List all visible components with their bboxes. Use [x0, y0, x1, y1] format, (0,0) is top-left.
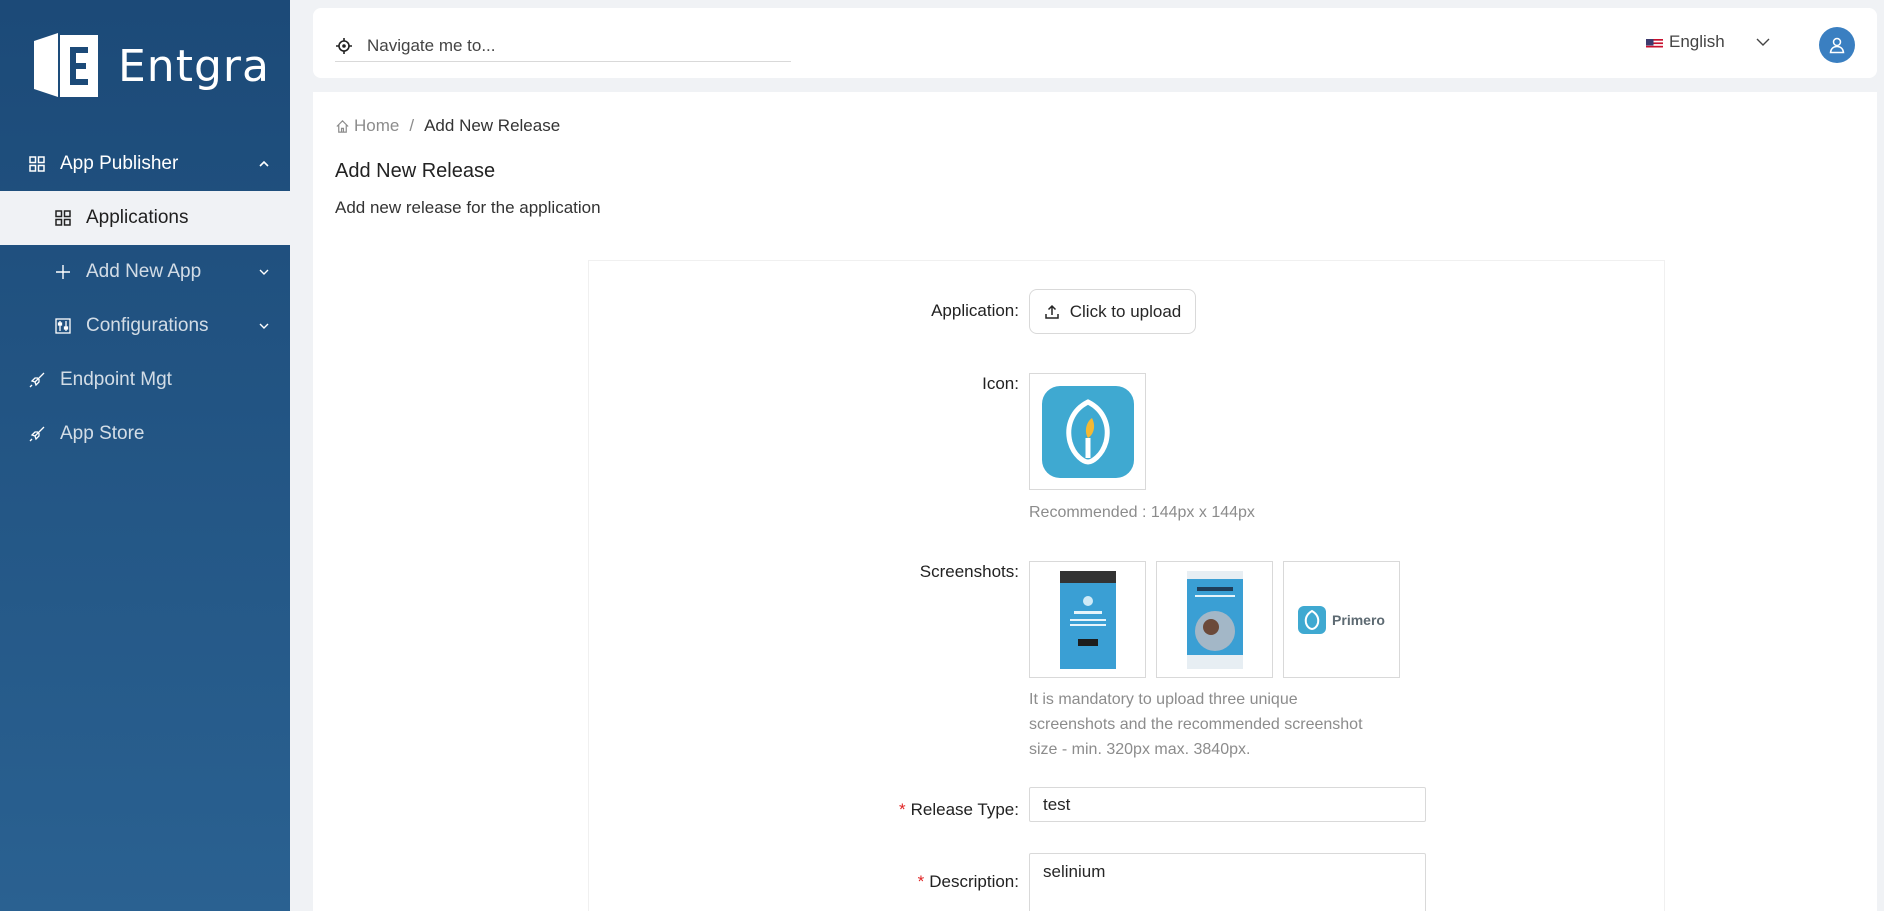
breadcrumb-current: Add New Release [424, 116, 561, 135]
chevron-up-icon [258, 158, 270, 170]
plus-icon [54, 263, 72, 281]
description-label: * Description: [917, 872, 1019, 891]
sidebar: Entgra App Publisher Applications Add Ne… [0, 0, 290, 911]
sidebar-item-configurations[interactable]: Configurations [0, 299, 290, 353]
required-asterisk: * [917, 872, 925, 891]
breadcrumb: Home / Add New Release [335, 116, 560, 136]
add-release-form: Application: Click to upload Icon: Recom… [588, 260, 1665, 911]
navigate-placeholder: Navigate me to... [367, 35, 496, 55]
top-header: Navigate me to... English [313, 8, 1877, 78]
user-avatar[interactable] [1819, 27, 1855, 63]
language-selector[interactable]: English [1646, 32, 1771, 52]
user-icon [1829, 37, 1845, 54]
app-icon-thumbnail[interactable] [1029, 373, 1146, 490]
language-label: English [1669, 32, 1725, 51]
chevron-down-icon [1755, 34, 1771, 50]
brand-name: Entgra [118, 40, 270, 92]
grid-icon [54, 209, 72, 227]
screenshots-label: Screenshots: [919, 562, 1019, 581]
screenshot-thumbnail-1[interactable] [1029, 561, 1146, 678]
release-type-input[interactable]: test [1029, 787, 1426, 822]
grid-icon [28, 155, 46, 173]
entgra-logo-icon [34, 33, 98, 97]
sidebar-menu: App Publisher Applications Add New App C… [0, 137, 290, 461]
sidebar-item-label: Endpoint Mgt [60, 369, 172, 390]
sidebar-item-applications[interactable]: Applications [0, 191, 290, 245]
sidebar-item-app-publisher[interactable]: App Publisher [0, 137, 290, 191]
upload-button[interactable]: Click to upload [1029, 289, 1196, 334]
screenshot-thumbnail-2[interactable] [1156, 561, 1273, 678]
app-logo-icon [1041, 385, 1134, 478]
required-asterisk: * [898, 800, 906, 819]
rocket-icon [28, 371, 46, 389]
us-flag-icon [1646, 36, 1663, 48]
entgra-logo[interactable]: Entgra [30, 30, 270, 102]
sidebar-item-label: Add New App [86, 261, 202, 282]
breadcrumb-home[interactable]: Home [354, 116, 399, 136]
target-icon [336, 37, 352, 54]
chevron-down-icon [258, 320, 270, 332]
sidebar-item-label: App Publisher [60, 153, 179, 174]
application-label: Application: [931, 301, 1019, 320]
upload-icon [1044, 304, 1059, 319]
screenshot-3-text: Primero [1332, 611, 1385, 628]
icon-hint: Recommended : 144px x 144px [1029, 504, 1255, 521]
upload-label: Click to upload [1069, 301, 1182, 321]
sliders-icon [54, 317, 72, 335]
screenshot-image-icon [1059, 570, 1116, 669]
sidebar-item-endpoint-mgt[interactable]: Endpoint Mgt [0, 353, 290, 407]
sidebar-item-add-new-app[interactable]: Add New App [0, 245, 290, 299]
sidebar-item-label: Configurations [86, 315, 209, 336]
chevron-down-icon [258, 266, 270, 278]
screenshot-thumbnail-3[interactable]: Primero [1283, 561, 1400, 678]
sidebar-item-label: App Store [60, 423, 145, 444]
home-icon [336, 119, 349, 133]
page-title: Add New Release [335, 160, 496, 182]
release-type-label: * Release Type: [898, 800, 1019, 819]
navigate-search-input[interactable]: Navigate me to... [335, 30, 791, 62]
sidebar-item-app-store[interactable]: App Store [0, 407, 290, 461]
icon-label: Icon: [982, 374, 1019, 393]
breadcrumb-separator: / [409, 116, 415, 135]
main-content: Home / Add New Release Add New Release A… [313, 92, 1877, 911]
primero-logo-icon [1298, 605, 1327, 634]
page-subtitle: Add new release for the application [335, 198, 601, 217]
description-textarea[interactable]: selinium [1029, 853, 1426, 911]
sidebar-item-label: Applications [86, 207, 189, 228]
rocket-icon [28, 425, 46, 443]
screenshot-image-icon [1186, 570, 1243, 669]
screenshot-hint: It is mandatory to upload three unique s… [1029, 691, 1363, 758]
